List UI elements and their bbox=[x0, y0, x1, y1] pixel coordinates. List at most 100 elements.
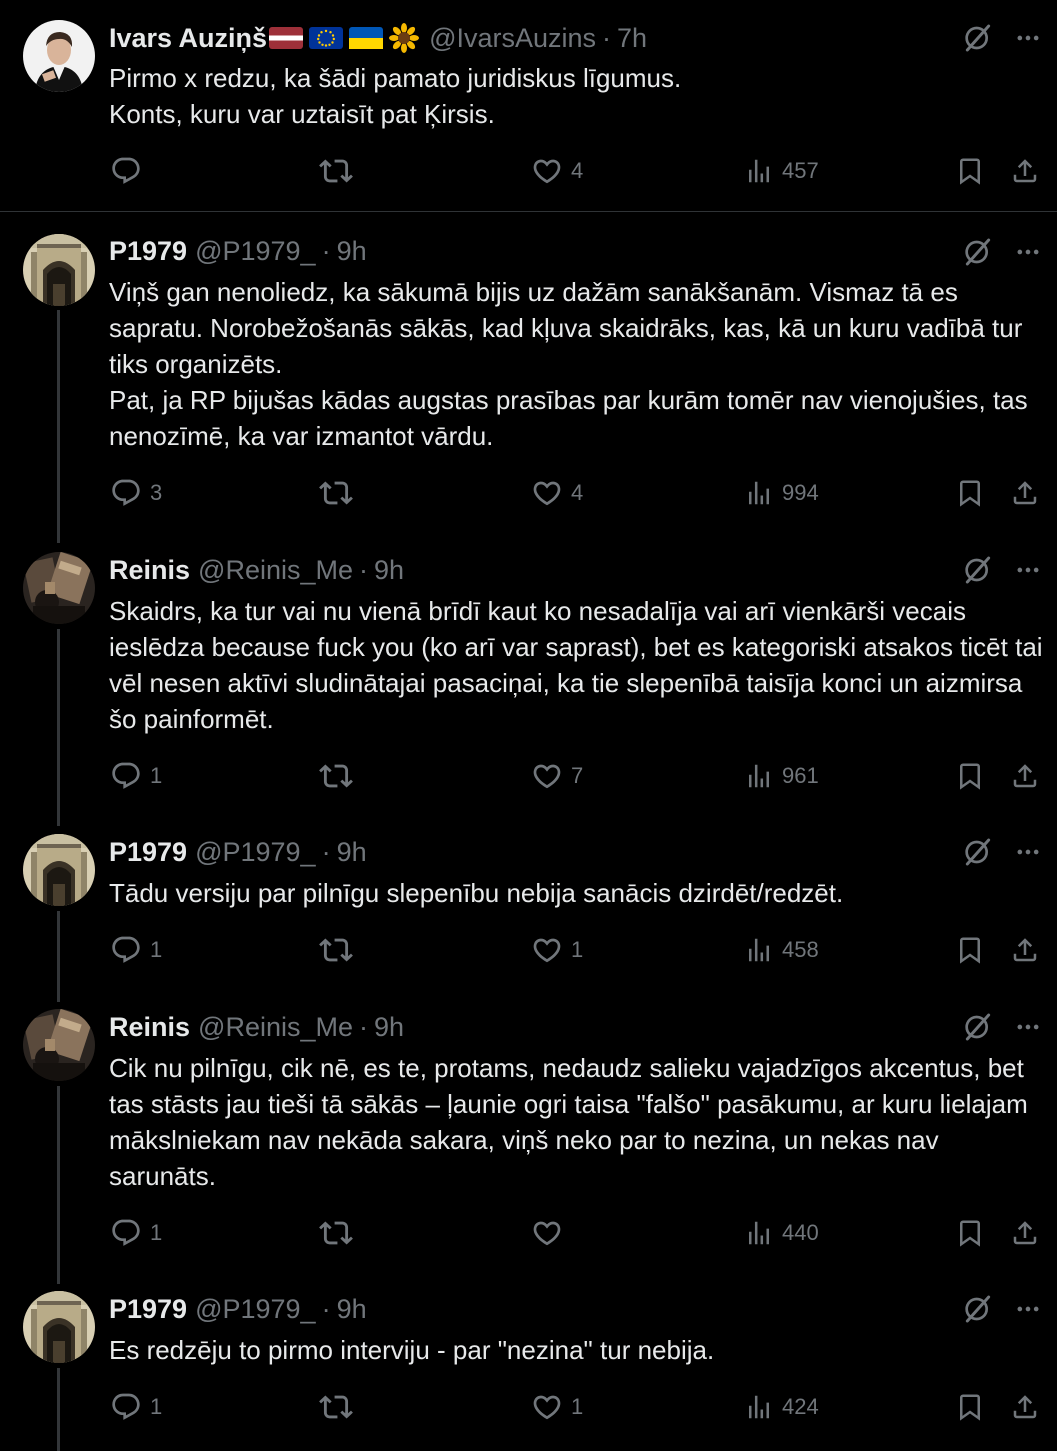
views-button[interactable]: 458 bbox=[744, 930, 819, 970]
views-button[interactable]: 440 bbox=[744, 1213, 819, 1253]
separator-dot: · bbox=[602, 22, 612, 53]
heart-icon bbox=[531, 477, 563, 509]
grok-icon[interactable] bbox=[960, 20, 996, 56]
tweet-text: Viņš gan nenoliedz, ka sākumā bijis uz d… bbox=[109, 277, 1028, 451]
reply-button[interactable]: 1 bbox=[110, 1387, 162, 1427]
tweet[interactable]: P1979 @P1979_ · 9h Tādu versiju par piln… bbox=[0, 814, 1057, 989]
share-button[interactable] bbox=[1010, 151, 1040, 191]
author-handle[interactable]: @P1979_ bbox=[195, 837, 316, 868]
share-button[interactable] bbox=[1010, 1213, 1040, 1253]
timestamp[interactable]: 9h bbox=[374, 555, 404, 586]
action-bar: 1 7 961 bbox=[0, 756, 1057, 796]
like-button[interactable]: 4 bbox=[531, 151, 583, 191]
timestamp[interactable]: 9h bbox=[337, 1294, 367, 1325]
reply-button[interactable]: 1 bbox=[110, 930, 162, 970]
share-button[interactable] bbox=[1010, 756, 1040, 796]
author-name[interactable]: Reinis bbox=[109, 1012, 190, 1043]
tweet[interactable]: Ivars Auziņš @IvarsAuzins · 7h Pirmo x r… bbox=[0, 0, 1057, 211]
share-button[interactable] bbox=[1010, 1387, 1040, 1427]
view-count: 458 bbox=[782, 937, 819, 962]
view-count: 440 bbox=[782, 1220, 819, 1245]
tweet[interactable]: Reinis @Reinis_Me · 9h Skaidrs, ka tur v… bbox=[0, 532, 1057, 814]
grok-icon[interactable] bbox=[960, 834, 996, 870]
avatar[interactable] bbox=[23, 234, 95, 306]
author-handle[interactable]: @P1979_ bbox=[195, 236, 316, 267]
like-button[interactable] bbox=[531, 1213, 571, 1253]
timestamp[interactable]: 9h bbox=[374, 1012, 404, 1043]
like-button[interactable]: 1 bbox=[531, 930, 583, 970]
more-options-icon[interactable] bbox=[1008, 834, 1048, 870]
timestamp[interactable]: 9h bbox=[337, 837, 367, 868]
like-count: 4 bbox=[571, 158, 584, 183]
bookmark-button[interactable] bbox=[955, 1213, 985, 1253]
retweet-button[interactable] bbox=[319, 1387, 361, 1427]
like-button[interactable]: 4 bbox=[531, 473, 583, 513]
tweet-text: Es redzēju to pirmo interviju - par "nez… bbox=[109, 1335, 715, 1365]
tweet[interactable]: Reinis @Reinis_Me · 9h Cik nu pilnīgu, c… bbox=[0, 989, 1057, 1271]
author-handle[interactable]: @Reinis_Me bbox=[198, 1012, 353, 1043]
reply-button[interactable]: 1 bbox=[110, 756, 162, 796]
view-count: 994 bbox=[782, 480, 819, 505]
author-handle[interactable]: @Reinis_Me bbox=[198, 555, 353, 586]
author-name[interactable]: Reinis bbox=[109, 555, 190, 586]
heart-icon bbox=[531, 1217, 563, 1249]
more-options-icon[interactable] bbox=[1008, 20, 1048, 56]
bookmark-icon bbox=[955, 935, 985, 965]
author-name[interactable]: P1979 bbox=[109, 1294, 187, 1325]
more-options-icon[interactable] bbox=[1008, 1009, 1048, 1045]
retweet-button[interactable] bbox=[319, 1213, 361, 1253]
reply-icon bbox=[110, 1217, 142, 1249]
bookmark-button[interactable] bbox=[955, 1387, 985, 1427]
timestamp[interactable]: 9h bbox=[337, 236, 367, 267]
retweet-button[interactable] bbox=[319, 473, 361, 513]
bookmark-icon bbox=[955, 156, 985, 186]
grok-icon[interactable] bbox=[960, 234, 996, 270]
action-bar: 1 1 458 bbox=[0, 930, 1057, 970]
reply-count: 1 bbox=[150, 763, 163, 788]
retweet-button[interactable] bbox=[319, 151, 361, 191]
eu-flag-icon bbox=[309, 27, 344, 49]
author-handle[interactable]: @P1979_ bbox=[195, 1294, 316, 1325]
tweet-header: Reinis @Reinis_Me · 9h bbox=[109, 554, 404, 586]
bookmark-button[interactable] bbox=[955, 151, 985, 191]
reply-button[interactable]: 1 bbox=[110, 1213, 162, 1253]
views-button[interactable]: 961 bbox=[744, 756, 819, 796]
timestamp[interactable]: 7h bbox=[617, 23, 647, 54]
reply-button[interactable] bbox=[110, 151, 150, 191]
grok-icon[interactable] bbox=[960, 1009, 996, 1045]
author-name[interactable]: Ivars Auziņš bbox=[109, 23, 267, 54]
retweet-button[interactable] bbox=[319, 930, 361, 970]
bookmark-button[interactable] bbox=[955, 930, 985, 970]
share-button[interactable] bbox=[1010, 473, 1040, 513]
bookmark-button[interactable] bbox=[955, 473, 985, 513]
reply-icon bbox=[110, 934, 142, 966]
avatar[interactable] bbox=[23, 1009, 95, 1081]
more-options-icon[interactable] bbox=[1008, 552, 1048, 588]
tweet-text: Tādu versiju par pilnīgu slepenību nebij… bbox=[109, 878, 844, 908]
retweet-button[interactable] bbox=[319, 756, 361, 796]
more-options-icon[interactable] bbox=[1008, 234, 1048, 270]
tweet[interactable]: P1979 @P1979_ · 9h Viņš gan nenoliedz, k… bbox=[0, 212, 1057, 532]
share-button[interactable] bbox=[1010, 930, 1040, 970]
views-button[interactable]: 457 bbox=[744, 151, 819, 191]
tweet-text: Skaidrs, ka tur vai nu vienā brīdī kaut … bbox=[109, 596, 1043, 734]
latvia-flag-icon bbox=[269, 27, 304, 49]
author-name[interactable]: P1979 bbox=[109, 236, 187, 267]
reply-button[interactable]: 3 bbox=[110, 473, 162, 513]
avatar[interactable] bbox=[23, 552, 95, 624]
author-handle[interactable]: @IvarsAuzins bbox=[429, 23, 596, 54]
like-button[interactable]: 1 bbox=[531, 1387, 583, 1427]
bookmark-button[interactable] bbox=[955, 756, 985, 796]
like-button[interactable]: 7 bbox=[531, 756, 583, 796]
grok-icon[interactable] bbox=[960, 1291, 996, 1327]
views-button[interactable]: 424 bbox=[744, 1387, 819, 1427]
author-name[interactable]: P1979 bbox=[109, 837, 187, 868]
tweet[interactable]: P1979 @P1979_ · 9h Es redzēju to pirmo i… bbox=[0, 1271, 1057, 1451]
avatar[interactable] bbox=[23, 1291, 95, 1363]
more-options-icon[interactable] bbox=[1008, 1291, 1048, 1327]
bookmark-icon bbox=[955, 1218, 985, 1248]
avatar[interactable] bbox=[23, 20, 95, 92]
views-button[interactable]: 994 bbox=[744, 473, 819, 513]
grok-icon[interactable] bbox=[960, 552, 996, 588]
avatar[interactable] bbox=[23, 834, 95, 906]
